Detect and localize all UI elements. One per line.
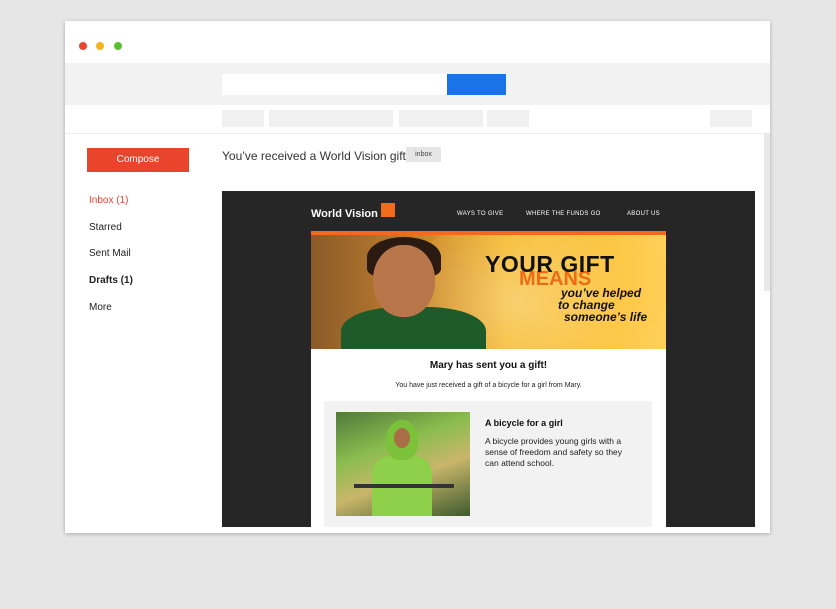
toolbar-button[interactable] <box>311 110 393 127</box>
email-body: World Vision WAYS TO GIVE WHERE THE FUND… <box>311 191 666 527</box>
toolbar-button[interactable] <box>710 110 752 127</box>
sidebar-item-drafts[interactable]: Drafts (1) <box>89 275 133 286</box>
toolbar-button[interactable] <box>441 110 483 127</box>
email-header: World Vision WAYS TO GIVE WHERE THE FUND… <box>311 191 666 231</box>
inbox-label-chip[interactable]: inbox <box>406 147 441 162</box>
search-button[interactable] <box>447 74 506 95</box>
hero-banner: MEANS YOUR GIFT you’ve helped to change … <box>311 235 666 349</box>
gift-photo <box>336 412 470 516</box>
logo-mark-icon <box>381 203 395 217</box>
toolbar-button[interactable] <box>269 110 311 127</box>
maximize-window-icon[interactable] <box>114 42 122 50</box>
toolbar-button[interactable] <box>487 110 529 127</box>
compose-button[interactable]: Compose <box>87 148 189 172</box>
toolbar-button[interactable] <box>222 110 264 127</box>
toolbar-button[interactable] <box>399 110 441 127</box>
email-subject: You’ve received a World Vision gift <box>222 149 406 163</box>
photo-bicycle <box>354 484 454 488</box>
search-bar <box>65 63 770 105</box>
sidebar: Compose Inbox (1) Starred Sent Mail Draf… <box>65 134 210 533</box>
sidebar-item-more[interactable]: More <box>89 302 112 313</box>
minimize-window-icon[interactable] <box>96 42 104 50</box>
nav-link-ways-to-give[interactable]: WAYS TO GIVE <box>457 211 503 217</box>
email-content: World Vision WAYS TO GIVE WHERE THE FUND… <box>222 191 755 527</box>
sidebar-item-inbox[interactable]: Inbox (1) <box>89 195 128 206</box>
gift-card-description: A bicycle provides young girls with a se… <box>485 436 623 468</box>
nav-link-where-funds-go[interactable]: WHERE THE FUNDS GO <box>526 211 601 217</box>
hero-figure-face <box>373 245 435 317</box>
sidebar-item-sent-mail[interactable]: Sent Mail <box>89 248 131 259</box>
nav-link-about-us[interactable]: ABOUT US <box>627 211 660 217</box>
world-vision-logo[interactable]: World Vision <box>311 208 378 220</box>
gift-heading: Mary has sent you a gift! <box>429 360 548 371</box>
hero-title-your-gift: YOUR GIFT <box>485 251 615 277</box>
browser-window: Compose Inbox (1) Starred Sent Mail Draf… <box>65 21 770 533</box>
photo-figure-face <box>394 428 410 448</box>
close-window-icon[interactable] <box>79 42 87 50</box>
search-input[interactable] <box>222 74 447 95</box>
gift-intro: You have just received a gift of a bicyc… <box>395 382 582 389</box>
title-bar <box>65 21 770 63</box>
sidebar-item-starred[interactable]: Starred <box>89 222 122 233</box>
gift-card-title: A bicycle for a girl <box>485 418 563 428</box>
scrollbar[interactable] <box>764 133 770 291</box>
gift-card: A bicycle for a girl A bicycle provides … <box>324 401 652 527</box>
mail-toolbar <box>65 105 770 134</box>
hero-subtitle-line3: someone’s life <box>564 310 648 324</box>
